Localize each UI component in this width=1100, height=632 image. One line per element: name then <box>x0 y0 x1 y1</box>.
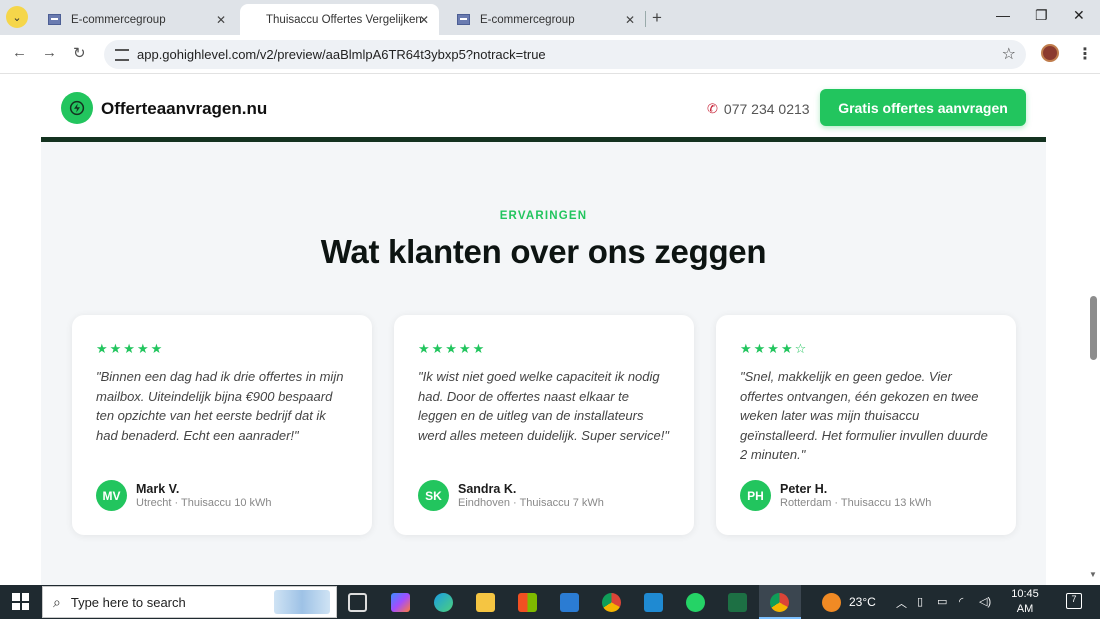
site-info-icon[interactable] <box>115 48 129 61</box>
vscode-icon[interactable] <box>644 593 663 612</box>
wifi-icon[interactable]: ◜ <box>959 595 963 608</box>
tab-title: Thuisaccu Offertes Vergelijken | <box>266 13 426 26</box>
taskbar-clock[interactable]: 10:45 AM 3/7/2026 <box>1002 587 1048 632</box>
task-view-icon[interactable] <box>348 593 367 612</box>
tab-title: E-commercegroup <box>480 13 575 26</box>
author-name: Peter H. <box>780 482 828 496</box>
weather-icon[interactable] <box>822 593 841 612</box>
scroll-down-icon[interactable]: ▼ <box>1089 570 1097 579</box>
search-placeholder: Type here to search <box>70 594 186 610</box>
review-card: ★★★★★ "Binnen een dag had ik drie offert… <box>72 315 372 535</box>
tab-close-icon[interactable]: ✕ <box>216 13 226 27</box>
author-name: Sandra K. <box>458 482 517 496</box>
restore-icon[interactable]: ❐ <box>1035 7 1048 24</box>
new-tab-icon[interactable]: + <box>652 8 662 28</box>
browser-tab-strip: ⌄ E-commercegroup ✕ Thuisaccu Offertes V… <box>0 0 1100 35</box>
scrollbar-thumb[interactable] <box>1090 296 1097 360</box>
tab-separator <box>645 11 646 27</box>
tray-chevron-icon[interactable]: ︿ <box>896 595 907 611</box>
author-detail: Rotterdam · Thuisaccu 13 kWh <box>780 497 932 509</box>
phone-number: 077 234 0213 <box>723 101 810 117</box>
taskbar-search[interactable]: ⌕ Type here to search <box>42 586 337 618</box>
star-rating: ★★★★★ <box>96 341 165 356</box>
chrome-icon[interactable] <box>602 593 621 612</box>
windows-taskbar: ⌕ Type here to search 23°C ︿ ▯ ▭ ◜ ◁) 10… <box>0 585 1100 630</box>
device-icon[interactable]: ▯ <box>917 595 923 608</box>
tab-thuisaccu[interactable]: Thuisaccu Offertes Vergelijken | ✕ <box>240 4 439 35</box>
windows-start-icon[interactable] <box>12 593 29 610</box>
site-content: Offerteaanvragen.nu ✆ 077 234 0213 Grati… <box>41 75 1046 585</box>
copilot-icon[interactable] <box>391 593 410 612</box>
whatsapp-icon[interactable] <box>686 593 705 612</box>
back-icon[interactable]: ← <box>12 44 27 61</box>
author-name: Mark V. <box>136 482 180 496</box>
battery-icon[interactable]: ▭ <box>937 595 947 608</box>
author-detail: Utrecht · Thuisaccu 10 kWh <box>136 497 272 509</box>
chrome-icon <box>770 593 789 612</box>
review-author: SK Sandra K. Eindhoven · Thuisaccu 7 kWh <box>418 480 604 511</box>
tab-ecommercegroup-1[interactable]: E-commercegroup ✕ <box>36 4 236 35</box>
clock-time: 10:45 AM <box>1011 588 1039 615</box>
volume-icon[interactable]: ◁) <box>979 595 991 608</box>
star-rating: ★★★★☆ <box>740 341 809 356</box>
logo-text[interactable]: Offerteaanvragen.nu <box>101 99 267 119</box>
store-icon[interactable] <box>518 593 537 612</box>
url-text: app.gohighlevel.com/v2/preview/aaBlmlpA6… <box>137 47 546 62</box>
tab-search-icon[interactable]: ⌄ <box>6 6 28 28</box>
profile-avatar[interactable] <box>1041 44 1059 62</box>
edge-icon[interactable] <box>434 593 453 612</box>
review-card: ★★★★★ "Ik wist niet goed welke capacitei… <box>394 315 694 535</box>
section-eyebrow: ERVARINGEN <box>499 210 588 222</box>
star-rating: ★★★★★ <box>418 341 487 356</box>
address-bar[interactable]: app.gohighlevel.com/v2/preview/aaBlmlpA6… <box>104 40 1026 69</box>
minimize-icon[interactable]: — <box>996 7 1010 23</box>
avatar: PH <box>740 480 771 511</box>
tab-ecommercegroup-2[interactable]: E-commercegroup ✕ <box>445 4 645 35</box>
avatar: MV <box>96 480 127 511</box>
favicon-icon <box>457 14 470 25</box>
forward-icon[interactable]: → <box>42 44 57 61</box>
clock-date: 3/7/2026 <box>1003 618 1047 630</box>
cta-button[interactable]: Gratis offertes aanvragen <box>820 89 1026 126</box>
search-icon: ⌕ <box>53 593 61 610</box>
search-highlight-image <box>274 590 330 614</box>
chrome-active-button[interactable] <box>759 585 801 619</box>
favicon-icon <box>48 14 61 25</box>
file-explorer-icon[interactable] <box>476 593 495 612</box>
review-author: PH Peter H. Rotterdam · Thuisaccu 13 kWh <box>740 480 931 511</box>
phone-icon: ✆ <box>707 101 718 116</box>
excel-icon[interactable] <box>728 593 747 612</box>
tab-close-icon[interactable]: ✕ <box>625 13 635 27</box>
review-quote: "Ik wist niet goed welke capaciteit ik n… <box>418 369 670 443</box>
bookmark-star-icon[interactable]: ☆ <box>1002 44 1016 64</box>
phone-link[interactable]: ✆ 077 234 0213 <box>707 101 810 117</box>
tab-close-icon[interactable]: ✕ <box>419 13 429 27</box>
reload-icon[interactable]: ↻ <box>73 44 86 62</box>
review-quote: "Snel, makkelijk en geen gedoe. Vier off… <box>740 369 988 463</box>
review-card: ★★★★☆ "Snel, makkelijk en geen gedoe. Vi… <box>716 315 1016 535</box>
site-header: Offerteaanvragen.nu ✆ 077 234 0213 Grati… <box>41 75 1046 142</box>
lightning-logo-icon[interactable] <box>61 92 93 124</box>
close-window-icon[interactable]: ✕ <box>1073 7 1085 24</box>
temperature[interactable]: 23°C <box>849 595 876 609</box>
browser-menu-icon[interactable]: ⋮ <box>1077 44 1093 64</box>
tab-title: E-commercegroup <box>71 13 166 26</box>
review-quote: "Binnen een dag had ik drie offertes in … <box>96 369 344 443</box>
review-author: MV Mark V. Utrecht · Thuisaccu 10 kWh <box>96 480 272 511</box>
notification-icon[interactable]: 7 <box>1066 593 1082 609</box>
section-heading: Wat klanten over ons zeggen <box>320 233 767 270</box>
author-detail: Eindhoven · Thuisaccu 7 kWh <box>458 497 604 509</box>
mail-icon[interactable] <box>560 593 579 612</box>
avatar: SK <box>418 480 449 511</box>
browser-toolbar: ← → ↻ app.gohighlevel.com/v2/preview/aaB… <box>0 35 1100 74</box>
page-viewport: Offerteaanvragen.nu ✆ 077 234 0213 Grati… <box>0 75 1100 585</box>
